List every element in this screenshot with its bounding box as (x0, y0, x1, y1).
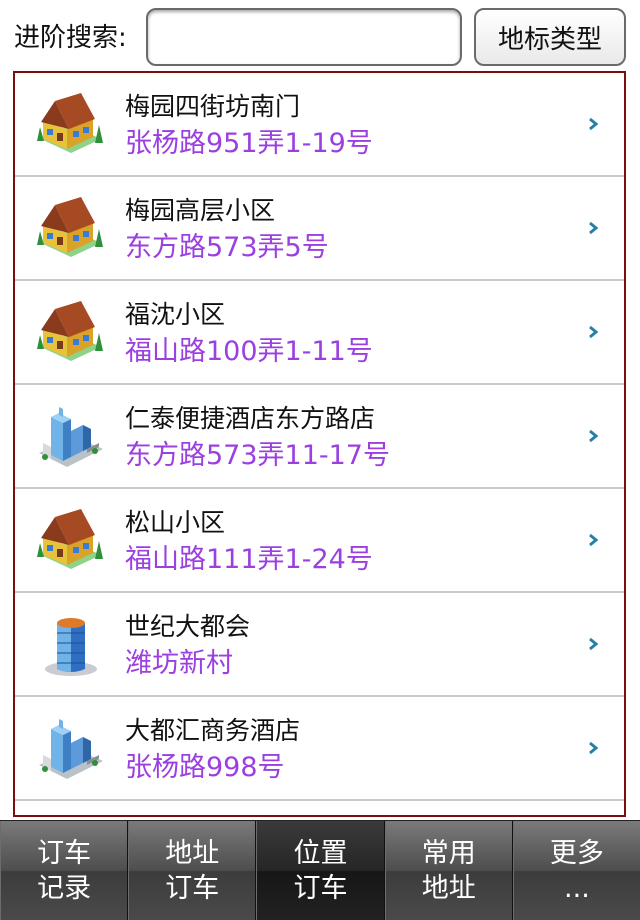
result-list[interactable]: 梅园四街坊南门 张杨路951弄1-19号 梅园高层小区 东方路573弄5号 福沈… (13, 71, 626, 817)
tab-label-line2: 订车 (165, 872, 220, 904)
place-address: 潍坊新村 (125, 648, 233, 679)
house-icon (37, 197, 103, 257)
tab-more[interactable]: 更多 ... (512, 821, 640, 920)
tab-address-booking[interactable]: 地址 订车 (128, 821, 257, 920)
list-item[interactable]: 梅园高层小区 东方路573弄5号 (15, 177, 624, 281)
list-item[interactable]: 梅园四街坊南门 张杨路951弄1-19号 (15, 73, 624, 177)
tab-label-line1: 更多 (549, 837, 604, 869)
place-address: 东方路573弄5号 (125, 232, 329, 263)
tab-label-line1: 订车 (37, 837, 92, 869)
place-name: 梅园高层小区 (125, 196, 276, 225)
list-item[interactable]: 松山小区 福山路111弄1-24号 (15, 489, 624, 593)
tab-label-line2: ... (564, 872, 590, 904)
chevron-right-icon (589, 741, 599, 755)
search-bar: 进阶搜索: 地标类型 (0, 0, 640, 72)
chevron-right-icon (589, 637, 599, 651)
tab-label-line2: 地址 (421, 872, 476, 904)
chevron-right-icon (589, 429, 599, 443)
place-name: 大都汇商务酒店 (125, 716, 301, 745)
tab-booking-history[interactable]: 订车 记录 (0, 821, 129, 920)
tab-label-line1: 地址 (165, 837, 220, 869)
place-name: 世纪大都会 (125, 612, 251, 641)
place-name: 福沈小区 (125, 300, 226, 329)
place-name: 松山小区 (125, 508, 226, 537)
chevron-right-icon (589, 325, 599, 339)
place-address: 东方路573弄11-17号 (125, 440, 390, 471)
list-item[interactable]: 世纪大都会 潍坊新村 (15, 593, 624, 697)
tab-label-line1: 位置 (293, 837, 348, 869)
tab-location-booking[interactable]: 位置 订车 (256, 821, 385, 920)
bottom-tab-bar: 订车 记录 地址 订车 位置 订车 常用 地址 更多 ... (0, 820, 640, 920)
search-input[interactable] (146, 8, 462, 66)
place-address: 张杨路951弄1-19号 (125, 128, 373, 159)
tab-frequent-addresses[interactable]: 常用 地址 (384, 821, 513, 920)
list-item[interactable]: 仁泰便捷酒店东方路店 东方路573弄11-17号 (15, 385, 624, 489)
landmark-type-button[interactable]: 地标类型 (474, 8, 626, 66)
place-address: 福山路100弄1-11号 (125, 336, 373, 367)
list-item[interactable]: 福沈小区 福山路100弄1-11号 (15, 281, 624, 385)
tower-icon (45, 618, 97, 676)
house-icon (37, 93, 103, 153)
place-name: 仁泰便捷酒店东方路店 (125, 404, 376, 433)
chevron-right-icon (589, 117, 599, 131)
tab-label-line2: 订车 (293, 872, 348, 904)
chevron-right-icon (589, 533, 599, 547)
building-icon (39, 407, 103, 467)
tab-label-line2: 记录 (37, 872, 92, 904)
chevron-right-icon (589, 221, 599, 235)
house-icon (37, 301, 103, 361)
place-name: 梅园四街坊南门 (125, 92, 301, 121)
search-label: 进阶搜索: (14, 23, 127, 53)
house-icon (37, 509, 103, 569)
list-item[interactable]: 大都汇商务酒店 张杨路998号 (15, 697, 624, 801)
tab-label-line1: 常用 (421, 837, 476, 869)
place-address: 张杨路998号 (125, 752, 285, 783)
place-address: 福山路111弄1-24号 (125, 544, 373, 575)
building-icon (39, 719, 103, 779)
